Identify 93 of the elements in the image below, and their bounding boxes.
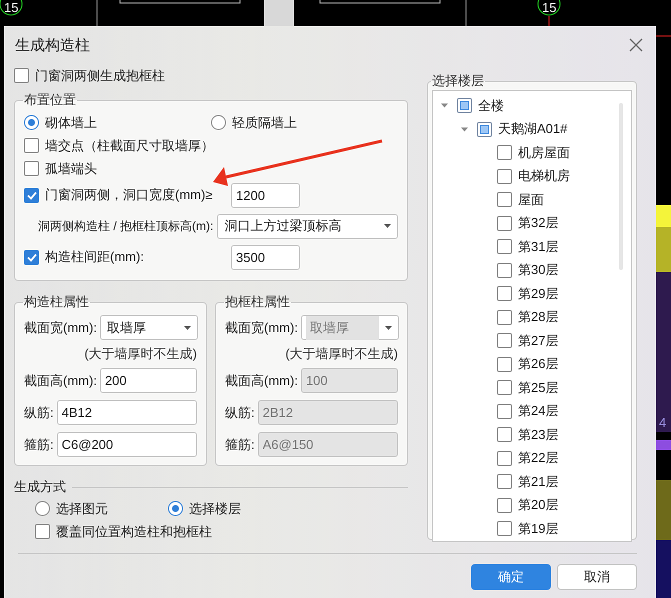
field-label: 纵筋:: [24, 404, 54, 422]
tree-item-label[interactable]: 第31层: [518, 238, 558, 256]
close-button[interactable]: [628, 37, 644, 53]
field-label: 截面宽(mm):: [225, 318, 298, 336]
tree-item-label[interactable]: 第22层: [518, 449, 558, 468]
checkbox-label[interactable]: 门窗洞两侧生成抱框柱: [35, 66, 165, 84]
checkbox[interactable]: [497, 168, 512, 184]
radio-button[interactable]: [211, 115, 226, 130]
text-field[interactable]: 200: [100, 368, 197, 393]
radio-label[interactable]: 轻质隔墙上: [232, 114, 297, 132]
checkbox-label[interactable]: 墙交点（柱截面尺寸取墙厚）: [45, 136, 214, 154]
field-label: 截面高(mm):: [225, 372, 298, 390]
confirm-button[interactable]: 确定: [471, 564, 551, 590]
checkbox[interactable]: [497, 239, 512, 254]
checkbox[interactable]: [497, 286, 512, 302]
checkbox-label[interactable]: 门窗洞两侧，洞口宽度(mm)≥: [45, 186, 212, 204]
checkbox[interactable]: [24, 250, 39, 264]
tree-item-label[interactable]: 天鹅湖A01#: [498, 120, 568, 138]
checkbox[interactable]: [14, 68, 29, 83]
hint-text: (大于墙厚时不生成): [84, 345, 197, 363]
caret-icon: [184, 326, 191, 330]
section-title: 生成方式: [14, 478, 66, 496]
checkbox[interactable]: [24, 138, 39, 153]
axis-label: 15: [542, 1, 556, 14]
radio-button[interactable]: [24, 115, 39, 130]
radio-label[interactable]: 选择图元: [56, 500, 108, 518]
group-title: 构造柱属性: [23, 293, 90, 311]
caret-icon: [384, 224, 391, 228]
radio-button[interactable]: [168, 501, 183, 516]
field-label: 截面宽(mm):: [24, 318, 97, 336]
checkbox-label[interactable]: 孤墙端头: [45, 160, 97, 178]
tree-item-label[interactable]: 第24层: [518, 402, 558, 420]
tree-item-label[interactable]: 第32层: [518, 214, 558, 232]
field-label: 纵筋:: [225, 404, 255, 422]
checkbox[interactable]: [497, 192, 512, 208]
tree-item-label[interactable]: 屋面: [518, 190, 544, 209]
tree-item-label[interactable]: 第20层: [518, 496, 558, 514]
checkbox-label[interactable]: 构造柱间距(mm):: [45, 248, 144, 266]
group-title: 布置位置: [23, 91, 77, 109]
hint-text: (大于墙厚时不生成): [285, 345, 398, 363]
expand-arrow-icon[interactable]: [441, 102, 448, 110]
field-label: 箍筋:: [225, 436, 255, 454]
tree-item-label[interactable]: 第28层: [518, 308, 558, 326]
tree-item-label[interactable]: 第25层: [518, 378, 558, 397]
checkbox[interactable]: [497, 262, 512, 278]
checkbox-label[interactable]: 覆盖同位置构造柱和抱框柱: [56, 522, 212, 540]
tree-item-label[interactable]: 第21层: [518, 472, 558, 491]
checkbox[interactable]: [497, 404, 512, 419]
axis-label: 4: [659, 416, 666, 429]
checkbox[interactable]: [477, 122, 492, 137]
number-field[interactable]: 1200: [231, 182, 300, 208]
tree-item-label[interactable]: 机房屋面: [518, 144, 570, 162]
checkbox[interactable]: [497, 450, 512, 466]
checkbox[interactable]: [497, 427, 512, 442]
checkbox[interactable]: [497, 145, 512, 160]
tree-item-label[interactable]: 第29层: [518, 284, 558, 303]
text-field[interactable]: C6@200: [56, 432, 197, 457]
tree-item-label[interactable]: 第27层: [518, 332, 558, 350]
expand-arrow-icon[interactable]: [461, 126, 468, 133]
tree-item-label[interactable]: 第30层: [518, 261, 558, 280]
radio-label[interactable]: 选择楼层: [189, 500, 241, 518]
field-label: 洞两侧构造柱 / 抱框柱顶标高(m):: [38, 218, 214, 234]
checkbox[interactable]: [24, 188, 39, 202]
cancel-button[interactable]: 取消: [557, 564, 637, 590]
checkbox[interactable]: [497, 333, 512, 348]
field-label: 截面高(mm):: [24, 372, 97, 390]
text-field[interactable]: 4B12: [56, 400, 197, 425]
checkbox[interactable]: [497, 498, 512, 513]
checkbox[interactable]: [497, 356, 512, 372]
group-title: 选择楼层: [431, 72, 485, 90]
tree-item-label[interactable]: 第23层: [518, 426, 558, 444]
checkbox[interactable]: [457, 98, 472, 114]
dropdown[interactable]: 洞口上方过梁顶标高: [217, 214, 398, 238]
number-field[interactable]: 3500: [231, 244, 300, 270]
tree-item-label[interactable]: 第19层: [518, 520, 558, 538]
axis-label: 15: [4, 1, 18, 14]
checkbox[interactable]: [35, 524, 50, 539]
checkbox[interactable]: [497, 380, 512, 396]
checkbox[interactable]: [24, 161, 39, 176]
radio-button[interactable]: [35, 501, 50, 516]
checkbox[interactable]: [497, 310, 512, 325]
dropdown[interactable]: 取墙厚: [100, 315, 198, 340]
tree-item-label[interactable]: 全楼: [478, 96, 504, 115]
tree-item-label[interactable]: 电梯机房: [518, 167, 570, 186]
checkbox[interactable]: [497, 474, 512, 490]
caret-icon: [384, 326, 392, 330]
checkbox[interactable]: [497, 216, 512, 231]
group-title: 抱框柱属性: [224, 293, 291, 311]
field-label: 箍筋:: [24, 436, 54, 454]
tree-item-label[interactable]: 第26层: [518, 355, 558, 374]
radio-label[interactable]: 砌体墙上: [45, 114, 97, 132]
dialog-title: 生成构造柱: [15, 36, 90, 54]
checkbox[interactable]: [497, 521, 512, 536]
